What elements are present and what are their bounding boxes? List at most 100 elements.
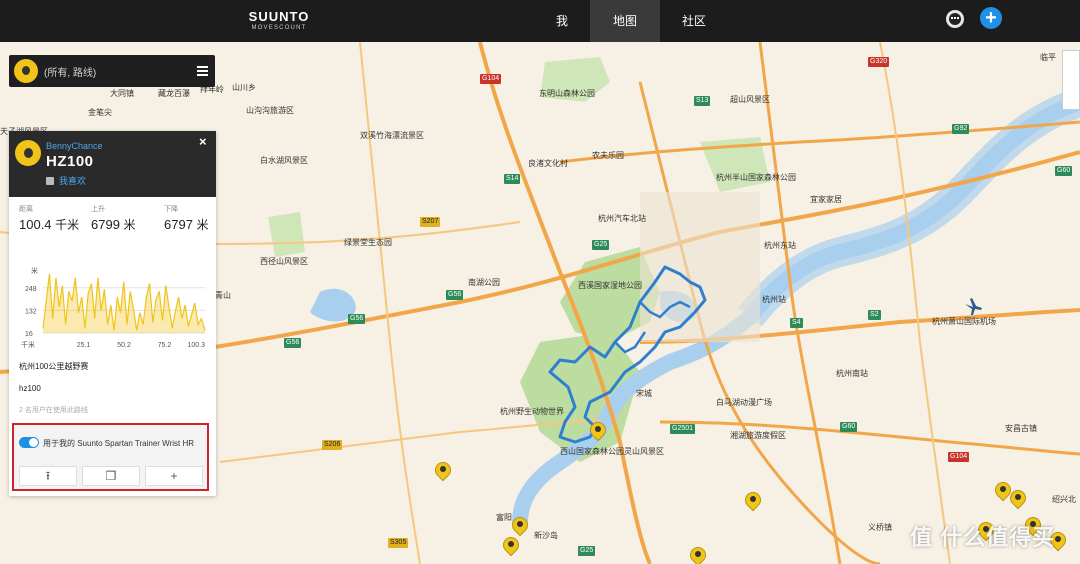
x-tick-label: 25.1: [77, 342, 91, 349]
device-sync-box: 用于我的 Suunto Spartan Trainer Wrist HR ⭱ ❐…: [12, 423, 209, 491]
route-tag: hz100: [19, 384, 41, 393]
road-shield: G56: [284, 338, 302, 348]
road-shield: G92: [952, 124, 970, 134]
route-description: 杭州100公里越野赛: [19, 362, 89, 371]
map-label: 山沟沟旅游区: [246, 106, 294, 115]
map-label: 白水湖风景区: [260, 156, 308, 165]
road-shield: G56: [446, 290, 464, 300]
route-type-icon: [15, 140, 41, 166]
map-label: 富阳: [496, 513, 512, 522]
route-pin[interactable]: [586, 418, 610, 444]
copy-button[interactable]: ❐: [82, 466, 140, 486]
nav-me[interactable]: 我: [543, 0, 581, 42]
map-label: 白马湖动漫广场: [716, 398, 772, 407]
map-label: 临平: [1040, 53, 1056, 62]
nav-map[interactable]: 地图: [590, 0, 660, 42]
route-filter-icon: [14, 59, 38, 83]
route-filter-bar[interactable]: (所有, 路线): [9, 55, 215, 87]
map-label: 绍兴北: [1052, 495, 1076, 504]
route-pin[interactable]: [499, 533, 523, 559]
road-shield: G60: [840, 422, 858, 432]
map-label: 西山国家森林公园灵山风景区: [560, 447, 664, 456]
map-label: 金笔尖: [88, 108, 112, 117]
map-label: 西径山风景区: [260, 257, 308, 266]
map-label: 青山: [215, 291, 231, 300]
avatar[interactable]: [946, 10, 964, 28]
device-sync-toggle[interactable]: [19, 437, 39, 448]
x-tick-label: 50.2: [117, 342, 131, 349]
stat-value: 6797 米: [164, 217, 209, 232]
stat-value: 100.4 千米: [19, 217, 80, 232]
elevation-chart: 米 16 132 248 千米 25.1 50.2 75.2 100.3: [21, 266, 206, 349]
road-shield: G104: [948, 452, 970, 462]
map-label: 杭州汽车北站: [598, 214, 646, 223]
map-label: 绿景堂生态园: [344, 238, 392, 247]
map-label: 杭州野生动物世界: [500, 407, 564, 416]
map-label: 超山风景区: [730, 95, 770, 104]
road-shield: G25: [578, 546, 596, 556]
map-label: 山川乡: [232, 83, 256, 92]
stat-descent: 下降 6797 米: [164, 204, 209, 233]
y-tick-label: 248: [25, 286, 37, 293]
road-shield: G25: [592, 240, 610, 250]
map-label: 安昌古镇: [1005, 424, 1037, 433]
map-label: 西溪国家湿地公园: [578, 281, 642, 290]
map-zoom-control[interactable]: [1062, 50, 1080, 110]
route-pin[interactable]: [431, 458, 455, 484]
suunto-logo[interactable]: SUUNTO MOVESCOUNT: [240, 10, 318, 32]
stat-label: 上升: [91, 206, 105, 213]
x-tick-label: 75.2: [158, 342, 172, 349]
export-button[interactable]: ⭱: [19, 466, 77, 486]
map-label: 良渚文化村: [528, 159, 568, 168]
x-tick-label: 千米: [21, 340, 35, 349]
stat-distance: 距离 100.4 千米: [19, 204, 79, 233]
device-sync-label: 用于我的 Suunto Spartan Trainer Wrist HR: [43, 439, 195, 448]
map-label: 农夫乐园: [592, 151, 624, 160]
map-label: 双溪竹海漂流景区: [360, 131, 424, 140]
route-pin[interactable]: [1006, 486, 1030, 512]
add-route-button[interactable]: +: [145, 466, 203, 486]
watermark: 值 什么值得买: [910, 525, 1056, 550]
route-pin[interactable]: [741, 488, 765, 514]
map-label: 宋城: [636, 389, 652, 398]
map-label: 杭州站: [762, 295, 786, 304]
road-shield: G104: [480, 74, 502, 84]
road-shield: S4: [790, 318, 803, 328]
road-shield: S305: [388, 538, 409, 548]
stat-value: 6799 米: [91, 217, 136, 232]
route-header: BennyChance HZ100 我喜欢 ×: [9, 131, 216, 197]
map-label: 大同镇: [110, 89, 134, 98]
filter-text: (所有, 路线): [44, 68, 97, 79]
map-label: 南湖公园: [468, 278, 500, 287]
menu-icon[interactable]: [197, 66, 208, 76]
route-pin[interactable]: [991, 478, 1015, 504]
road-shield: S2: [868, 310, 881, 320]
like-button[interactable]: 我喜欢: [46, 174, 86, 187]
map-label: 新沙岛: [534, 531, 558, 540]
copy-icon: ❐: [105, 469, 117, 483]
map-label: 藏龙百瀑: [158, 89, 190, 98]
add-button[interactable]: +: [980, 7, 1002, 29]
map-label: 宜家家居: [810, 195, 842, 204]
upload-icon: ⭱: [45, 469, 51, 483]
stat-label: 距离: [19, 206, 33, 213]
route-pin[interactable]: [508, 513, 532, 539]
y-axis-unit: 米: [31, 266, 38, 275]
map-label: 义桥镇: [868, 523, 892, 532]
thumbs-up-icon: [46, 177, 54, 185]
stat-label: 下降: [164, 206, 178, 213]
map-label: 杭州东站: [764, 241, 796, 250]
plus-icon: +: [170, 469, 178, 483]
route-title: HZ100: [46, 153, 94, 170]
route-users-count: 2 名用户在使用此路线: [19, 407, 88, 414]
stat-ascent: 上升 6799 米: [91, 204, 136, 233]
username-link[interactable]: BennyChance: [46, 141, 103, 151]
close-icon[interactable]: ×: [199, 134, 207, 149]
route-info-panel: BennyChance HZ100 我喜欢 × 距离 100.4 千米 上升 6…: [9, 131, 216, 496]
nav-community[interactable]: 社区: [668, 0, 720, 42]
map-label: 杭州南站: [836, 369, 868, 378]
route-pin[interactable]: [686, 543, 710, 564]
road-shield: G320: [868, 57, 890, 67]
y-tick-label: 132: [25, 308, 37, 315]
road-shield: G60: [1055, 166, 1073, 176]
